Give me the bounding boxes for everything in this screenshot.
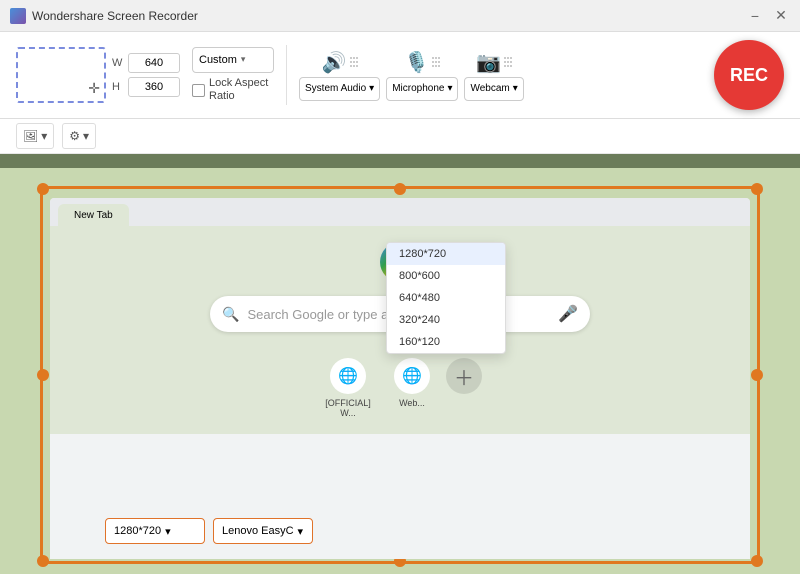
lenovo-chevron: ▾ — [298, 525, 304, 538]
av-controls: 🔊 System Audio ▾ 🎙️ — [299, 50, 694, 101]
screenshot-area: New Tab 🔍 Search Google or type a URL 🎤 … — [0, 168, 800, 574]
microphone-label: Microphone — [392, 83, 444, 94]
lock-aspect-ratio: Lock Aspect Ratio — [192, 77, 274, 103]
browser-tabs: New Tab — [50, 198, 750, 226]
lenovo-dropdown-trigger[interactable]: Lenovo EasyC ▾ — [213, 518, 313, 544]
microphone-item: 🎙️ Microphone ▾ — [386, 50, 458, 101]
webcam-item: 📷 Webcam ▾ — [464, 50, 523, 101]
width-row: W — [112, 53, 180, 73]
height-label: H — [112, 81, 124, 93]
height-input[interactable] — [128, 77, 180, 97]
microphone-dots — [432, 57, 440, 67]
dropdown-option-1[interactable]: 800*600 — [387, 265, 505, 287]
webcam-icon-row: 📷 — [476, 50, 512, 75]
add-shortcut-icon: ＋ — [446, 358, 482, 394]
mic-icon: 🎤 — [558, 304, 578, 324]
system-audio-item: 🔊 System Audio ▾ — [299, 50, 380, 101]
main-controls-row: ✛ W H Custom ▾ Lock Aspect Rati — [16, 40, 784, 110]
dropdown-option-3[interactable]: 320*240 — [387, 309, 505, 331]
custom-dropdown[interactable]: Custom ▾ — [192, 47, 274, 73]
add-shortcut[interactable]: ＋ — [446, 358, 482, 418]
lenovo-selected: Lenovo EasyC — [222, 525, 294, 537]
title-bar: Wondershare Screen Recorder − ✕ — [0, 0, 800, 32]
width-label: W — [112, 57, 124, 69]
resolution-selected: 1280*720 — [114, 525, 161, 537]
shortcut-1-icon: 🌐 — [330, 358, 366, 394]
rec-button[interactable]: REC — [714, 40, 784, 110]
resolution-dropdown-popup: 1280*720 800*600 640*480 320*240 160*120 — [386, 242, 506, 354]
handle-top-left[interactable] — [37, 183, 49, 195]
resolution-chevron: ▾ — [165, 525, 171, 538]
app-icon — [10, 8, 26, 24]
handle-bottom-right[interactable] — [751, 555, 763, 567]
app-title: Wondershare Screen Recorder — [32, 9, 746, 23]
dropdown-option-0[interactable]: 1280*720 — [387, 243, 505, 265]
screenshot-toolbar-btn[interactable]: 🖼 ▾ — [16, 123, 54, 149]
webcam-label: Webcam — [470, 83, 509, 94]
screenshot-icon: 🖼 — [23, 129, 38, 143]
shortcut-2: 🌐 Web... — [394, 358, 430, 418]
bottom-toolbar: 🖼 ▾ ⚙ ▾ — [0, 119, 800, 154]
shortcut-1: 🌐 [OFFICIAL] W... — [318, 358, 378, 418]
close-button[interactable]: ✕ — [772, 7, 790, 25]
cursor-icon: ✛ — [88, 80, 100, 97]
microphone-dropdown[interactable]: Microphone ▾ — [386, 77, 458, 101]
height-row: H — [112, 77, 180, 97]
minimize-button[interactable]: − — [746, 7, 764, 25]
dropdown-option-2[interactable]: 640*480 — [387, 287, 505, 309]
microphone-icon-row: 🎙️ — [404, 50, 440, 75]
browser-tab: New Tab — [58, 204, 129, 226]
settings-icon: ⚙ — [69, 129, 80, 143]
window-controls: − ✕ — [746, 7, 790, 25]
microphone-chevron: ▾ — [447, 83, 452, 94]
webcam-chevron: ▾ — [513, 83, 518, 94]
control-panel: ✛ W H Custom ▾ Lock Aspect Rati — [0, 32, 800, 119]
webcam-dots — [504, 57, 512, 67]
selection-preview: ✛ — [16, 47, 106, 103]
search-icon: 🔍 — [222, 306, 239, 323]
settings-chevron: ▾ — [83, 129, 89, 143]
dropdown-option-4[interactable]: 160*120 — [387, 331, 505, 353]
custom-lock-area: Custom ▾ Lock Aspect Ratio — [192, 47, 274, 103]
system-audio-dropdown[interactable]: System Audio ▾ — [299, 77, 380, 101]
resolution-dropdown-trigger[interactable]: 1280*720 ▾ — [105, 518, 205, 544]
shortcut-1-label: [OFFICIAL] W... — [318, 398, 378, 418]
microphone-icon: 🎙️ — [404, 50, 429, 75]
webcam-icon: 📷 — [476, 50, 501, 75]
handle-top-right[interactable] — [751, 183, 763, 195]
selection-area: ✛ W H — [16, 47, 180, 103]
lock-checkbox[interactable] — [192, 84, 205, 97]
vertical-divider — [286, 45, 287, 105]
handle-top-mid[interactable] — [394, 183, 406, 195]
shortcut-2-icon: 🌐 — [394, 358, 430, 394]
handle-bottom-left[interactable] — [37, 555, 49, 567]
system-audio-label: System Audio — [305, 83, 366, 94]
settings-toolbar-btn[interactable]: ⚙ ▾ — [62, 123, 96, 149]
custom-dropdown-label: Custom — [199, 54, 237, 66]
shortcuts-row: 🌐 [OFFICIAL] W... 🌐 Web... ＋ — [318, 358, 482, 418]
system-audio-dots — [350, 57, 358, 67]
handle-mid-right[interactable] — [751, 369, 763, 381]
screenshot-chevron: ▾ — [41, 129, 47, 143]
lock-aspect-label: Lock Aspect Ratio — [209, 77, 274, 103]
handle-mid-left[interactable] — [37, 369, 49, 381]
webcam-dropdown[interactable]: Webcam ▾ — [464, 77, 523, 101]
system-audio-icon-row: 🔊 — [322, 50, 358, 75]
resolution-controls: 1280*720 ▾ Lenovo EasyC ▾ — [105, 518, 313, 544]
width-input[interactable] — [128, 53, 180, 73]
system-audio-chevron: ▾ — [369, 83, 374, 94]
speaker-icon: 🔊 — [322, 50, 347, 75]
shortcut-2-label: Web... — [399, 398, 425, 408]
chevron-down-icon: ▾ — [241, 54, 267, 65]
wh-inputs: W H — [112, 53, 180, 97]
